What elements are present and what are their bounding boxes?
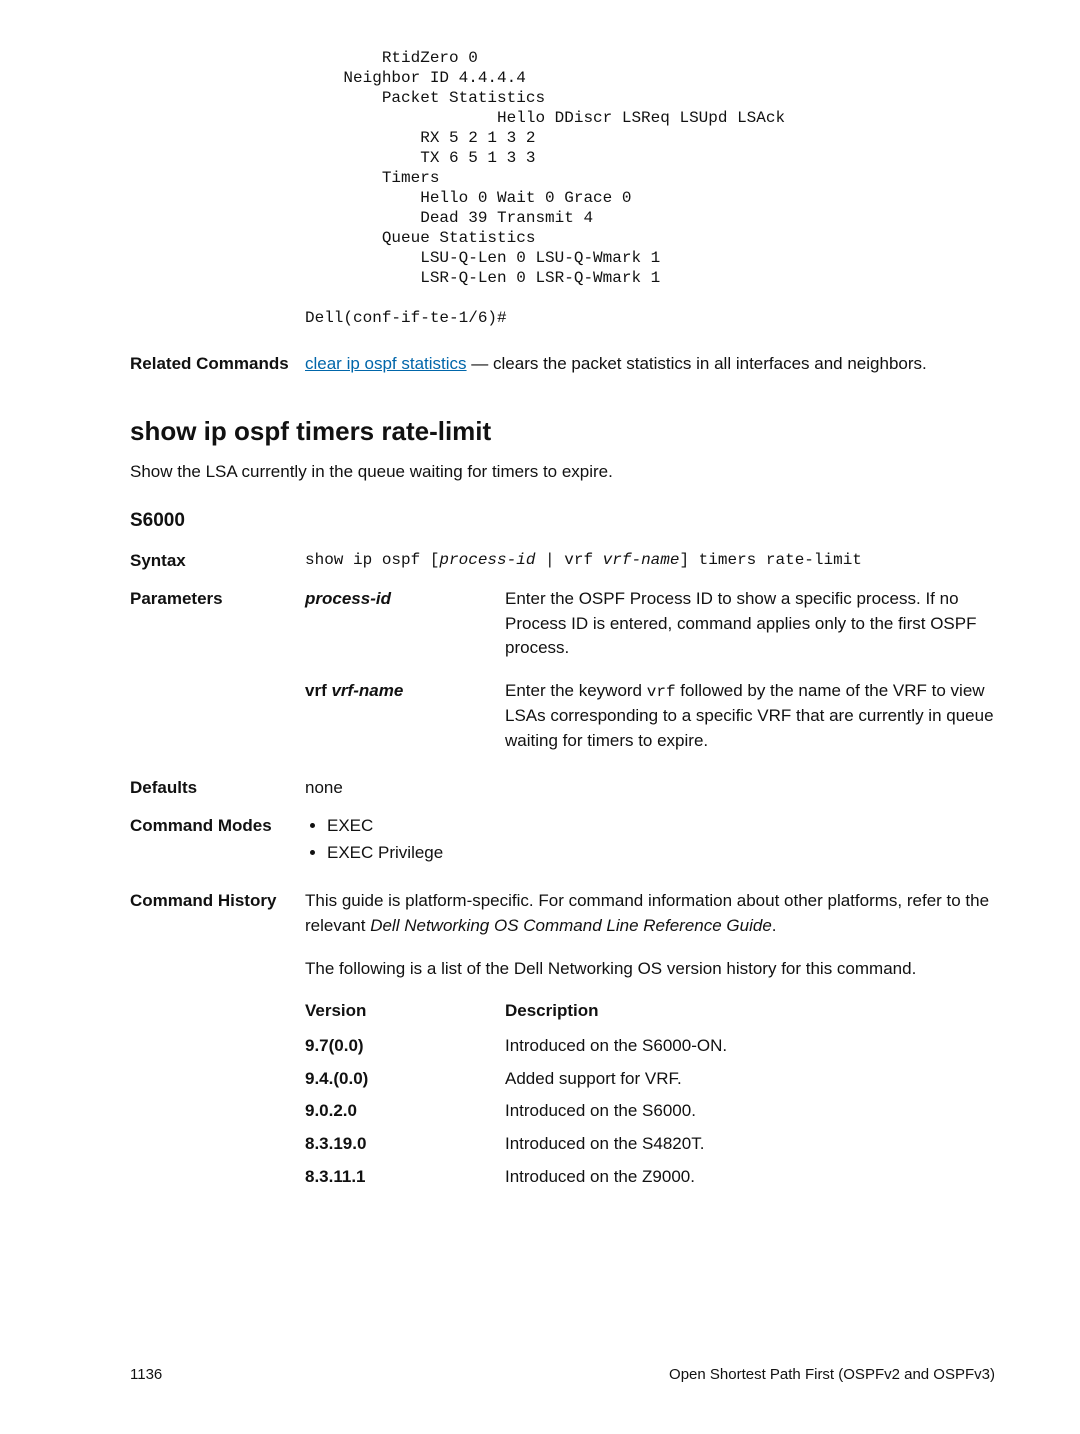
command-history-row: Command History This guide is platform-s…	[130, 889, 995, 1197]
parameters-content: process-id Enter the OSPF Process ID to …	[305, 587, 995, 753]
related-content: clear ip ospf statistics — clears the pa…	[305, 352, 995, 377]
version-3-desc: Introduced on the S4820T.	[505, 1132, 995, 1157]
version-4: 8.3.11.1	[305, 1165, 505, 1190]
syntax-pre: show ip ospf [	[305, 551, 439, 569]
version-1: 9.4.(0.0)	[305, 1067, 505, 1092]
syntax-vrf: vrf-name	[603, 551, 680, 569]
syntax-label: Syntax	[130, 549, 305, 574]
version-2-desc: Introduced on the S6000.	[505, 1099, 995, 1124]
defaults-label: Defaults	[130, 776, 305, 801]
param-row-vrf: vrf vrf-name Enter the keyword vrf follo…	[305, 679, 995, 753]
version-2: 9.0.2.0	[305, 1099, 505, 1124]
mode-exec: EXEC	[327, 814, 995, 839]
version-header-ver: Version	[305, 999, 505, 1024]
syntax-value: show ip ospf [process-id | vrf vrf-name]…	[305, 549, 995, 574]
syntax-mid1: | vrf	[535, 551, 602, 569]
defaults-row: Defaults none	[130, 776, 995, 801]
syntax-post: ] timers rate-limit	[679, 551, 861, 569]
history-para2: The following is a list of the Dell Netw…	[305, 957, 995, 982]
command-history-content: This guide is platform-specific. For com…	[305, 889, 995, 1197]
version-row-0: 9.7(0.0) Introduced on the S6000-ON.	[305, 1034, 995, 1059]
param-key-vrf: vrf vrf-name	[305, 679, 505, 753]
param-key-vrf-prefix: vrf	[305, 681, 331, 700]
defaults-value: none	[305, 776, 995, 801]
version-header: Version Description	[305, 999, 995, 1024]
command-history-label: Command History	[130, 889, 305, 1197]
history-para1: This guide is platform-specific. For com…	[305, 889, 995, 938]
section-subtitle: Show the LSA currently in the queue wait…	[130, 460, 995, 485]
parameters-block: Parameters process-id Enter the OSPF Pro…	[130, 587, 995, 753]
page-footer: 1136 Open Shortest Path First (OSPFv2 an…	[130, 1364, 995, 1386]
command-modes-list: EXEC EXEC Privilege	[305, 814, 995, 865]
section-title: show ip ospf timers rate-limit	[130, 413, 995, 451]
mode-exec-privilege: EXEC Privilege	[327, 841, 995, 866]
param-desc-vrf-code: vrf	[647, 683, 676, 701]
param-desc-vrf-pre: Enter the keyword	[505, 681, 647, 700]
param-key-process-id: process-id	[305, 587, 505, 661]
version-0-desc: Introduced on the S6000-ON.	[505, 1034, 995, 1059]
version-row-4: 8.3.11.1 Introduced on the Z9000.	[305, 1165, 995, 1190]
version-4-desc: Introduced on the Z9000.	[505, 1165, 995, 1190]
command-modes-value: EXEC EXEC Privilege	[305, 814, 995, 867]
param-desc-process-id: Enter the OSPF Process ID to show a spec…	[505, 587, 995, 661]
syntax-row: Syntax show ip ospf [process-id | vrf vr…	[130, 549, 995, 574]
syntax-proc: process-id	[439, 551, 535, 569]
command-modes-label: Command Modes	[130, 814, 305, 867]
code-output: RtidZero 0 Neighbor ID 4.4.4.4 Packet St…	[130, 48, 995, 328]
related-link-suffix: — clears the packet statistics in all in…	[467, 354, 927, 373]
related-commands-row: Related Commands clear ip ospf statistic…	[130, 352, 995, 377]
param-desc-vrf: Enter the keyword vrf followed by the na…	[505, 679, 995, 753]
version-0: 9.7(0.0)	[305, 1034, 505, 1059]
version-row-2: 9.0.2.0 Introduced on the S6000.	[305, 1099, 995, 1124]
version-row-3: 8.3.19.0 Introduced on the S4820T.	[305, 1132, 995, 1157]
parameters-label: Parameters	[130, 587, 305, 753]
model-label: S6000	[130, 507, 995, 535]
version-1-desc: Added support for VRF.	[505, 1067, 995, 1092]
related-link[interactable]: clear ip ospf statistics	[305, 354, 467, 373]
param-key-vrf-var: vrf-name	[331, 681, 403, 700]
page-number: 1136	[130, 1364, 162, 1386]
version-header-desc: Description	[505, 999, 995, 1024]
version-row-1: 9.4.(0.0) Added support for VRF.	[305, 1067, 995, 1092]
chapter-title: Open Shortest Path First (OSPFv2 and OSP…	[669, 1364, 995, 1386]
history-para1-b: .	[772, 916, 777, 935]
version-3: 8.3.19.0	[305, 1132, 505, 1157]
param-row-process-id: process-id Enter the OSPF Process ID to …	[305, 587, 995, 661]
related-label: Related Commands	[130, 352, 305, 377]
command-modes-row: Command Modes EXEC EXEC Privilege	[130, 814, 995, 867]
history-para1-italic: Dell Networking OS Command Line Referenc…	[370, 916, 772, 935]
